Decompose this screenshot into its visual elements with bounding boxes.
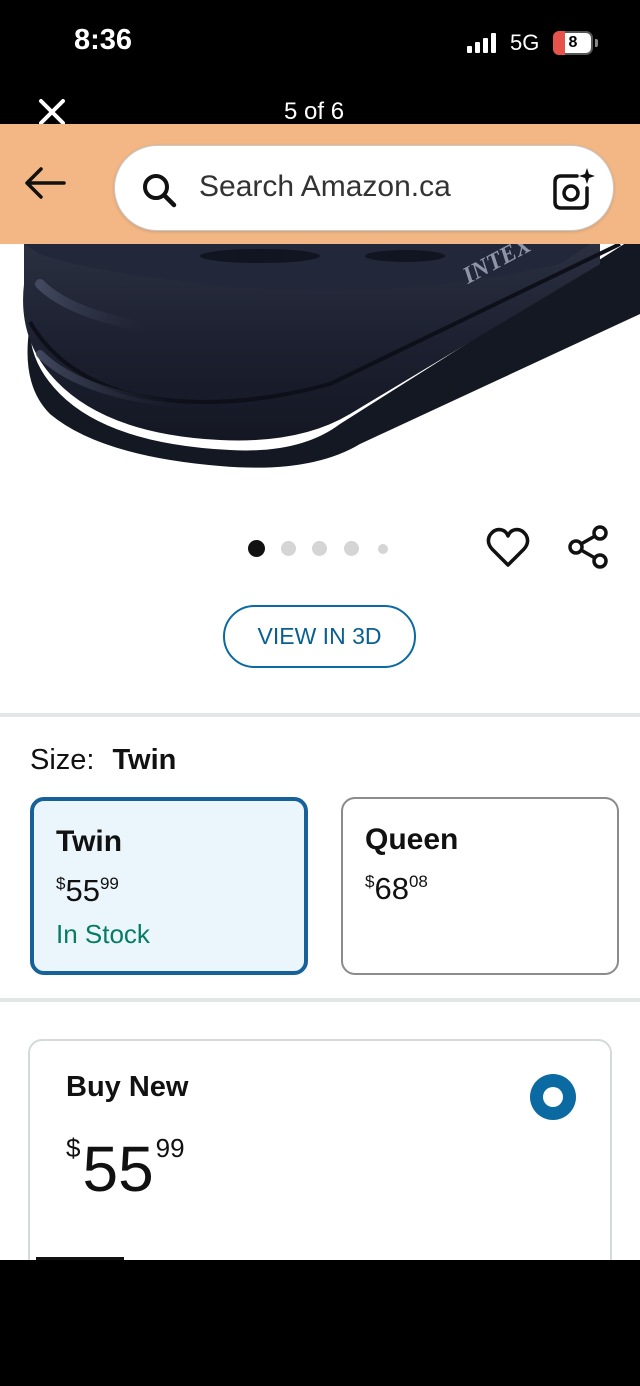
buy-new-price: $5599 <box>66 1133 185 1205</box>
carousel-dot-active[interactable] <box>248 540 265 557</box>
air-mattress-illustration: INTEX <box>23 244 640 468</box>
size-selected-value: Twin <box>112 744 177 776</box>
buy-new-radio[interactable] <box>530 1074 576 1120</box>
size-option-queen[interactable]: Queen $6808 <box>341 797 619 975</box>
carousel-dot[interactable] <box>344 541 359 556</box>
size-option-name: Twin <box>56 825 123 858</box>
size-option-price: $6808 <box>365 871 428 906</box>
size-selector-label: Size: Twin <box>30 744 176 777</box>
carousel-dot[interactable] <box>378 544 388 554</box>
carousel-dot[interactable] <box>281 541 296 556</box>
status-time: 8:36 <box>74 24 133 56</box>
divider <box>0 998 640 1002</box>
status-bar: 8:36 5G 8 <box>0 0 640 90</box>
size-label: Size: <box>30 744 95 776</box>
bottom-bar <box>0 1260 640 1386</box>
buy-new-option[interactable]: Buy New $5599 <box>28 1039 612 1260</box>
battery-tip <box>595 39 598 47</box>
search-input[interactable]: Search Amazon.ca <box>114 145 614 231</box>
view-in-3d-button[interactable]: VIEW IN 3D <box>223 605 416 668</box>
image-counter: 5 of 6 <box>284 98 345 125</box>
battery-level: 8 <box>568 34 578 51</box>
share-icon[interactable] <box>566 524 612 570</box>
search-header: Search Amazon.ca <box>0 124 640 244</box>
size-option-twin[interactable]: Twin $5599 In Stock <box>30 797 308 975</box>
battery-icon: 8 <box>553 31 593 55</box>
size-option-name: Queen <box>365 823 459 856</box>
size-option-price: $5599 <box>56 873 119 908</box>
product-image[interactable]: INTEX <box>0 244 640 474</box>
buy-new-title: Buy New <box>66 1071 189 1103</box>
image-viewer-bar: 5 of 6 <box>0 90 640 126</box>
signal-icon <box>467 33 497 53</box>
search-icon <box>143 174 177 208</box>
carousel-dot[interactable] <box>312 541 327 556</box>
product-detail: VIEW IN 3D Size: Twin Twin $5599 In Stock… <box>0 474 640 1260</box>
back-arrow-icon[interactable] <box>24 166 66 200</box>
search-placeholder: Search Amazon.ca <box>199 170 451 203</box>
stock-status: In Stock <box>56 919 150 949</box>
network-type: 5G <box>510 30 540 55</box>
camera-lens-icon[interactable] <box>549 166 595 212</box>
heart-icon[interactable] <box>486 526 530 570</box>
divider <box>0 713 640 717</box>
